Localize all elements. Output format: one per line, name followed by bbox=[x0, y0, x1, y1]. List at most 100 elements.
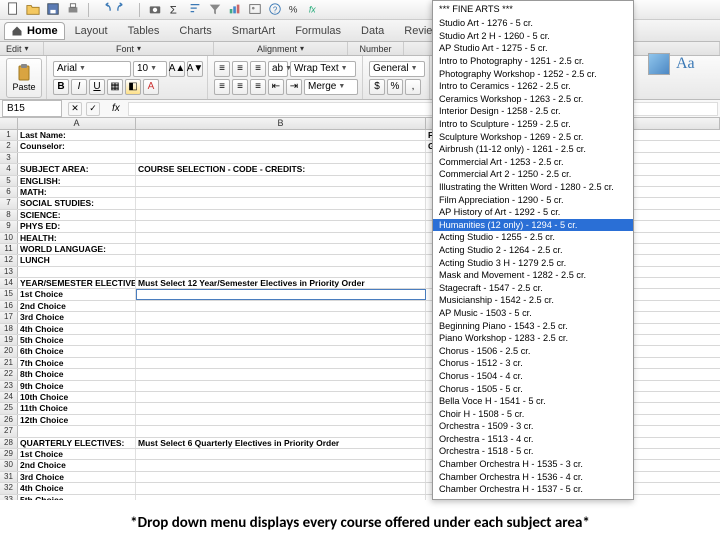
dropdown-item[interactable]: Ceramics Workshop - 1263 - 2.5 cr. bbox=[433, 93, 633, 106]
row-header[interactable]: 30 bbox=[0, 460, 18, 470]
cell-a[interactable]: 12th Choice bbox=[18, 415, 136, 425]
sort-icon[interactable] bbox=[188, 2, 202, 18]
help-icon[interactable]: ? bbox=[268, 2, 282, 18]
dropdown-item[interactable]: Orchestra - 1513 - 4 cr. bbox=[433, 433, 633, 446]
row-header[interactable]: 17 bbox=[0, 312, 18, 322]
cell-a[interactable] bbox=[18, 426, 136, 436]
row-header[interactable]: 14 bbox=[0, 278, 18, 288]
cell-reference-box[interactable]: B15 bbox=[2, 100, 62, 117]
cell-b[interactable] bbox=[136, 369, 426, 379]
cell-a[interactable]: PHYS ED: bbox=[18, 221, 136, 231]
row-header[interactable]: 19 bbox=[0, 335, 18, 345]
cell-b[interactable] bbox=[136, 187, 426, 197]
dropdown-item[interactable]: Chorus - 1505 - 5 cr. bbox=[433, 382, 633, 395]
currency-button[interactable]: $ bbox=[369, 79, 385, 95]
dropdown-item[interactable]: Interior Design - 1258 - 2.5 cr. bbox=[433, 105, 633, 118]
tab-smartart[interactable]: SmartArt bbox=[222, 23, 285, 39]
cell-b[interactable] bbox=[136, 210, 426, 220]
cell-a[interactable]: ENGLISH: bbox=[18, 176, 136, 186]
row-header[interactable]: 4 bbox=[0, 164, 18, 174]
row-header[interactable]: 9 bbox=[0, 221, 18, 231]
cell-a[interactable]: 2nd Choice bbox=[18, 460, 136, 470]
dropdown-item[interactable]: AP Music - 1503 - 5 cr. bbox=[433, 307, 633, 320]
tab-formulas[interactable]: Formulas bbox=[285, 23, 351, 39]
row-header[interactable]: 3 bbox=[0, 153, 18, 163]
undo-icon[interactable] bbox=[97, 2, 111, 18]
dropdown-item[interactable]: Acting Studio 3 H - 1279 2.5 cr. bbox=[433, 256, 633, 269]
cell-a[interactable]: HEALTH: bbox=[18, 233, 136, 243]
cell-a[interactable]: 7th Choice bbox=[18, 358, 136, 368]
cell-a[interactable]: YEAR/SEMESTER ELECTIVES: bbox=[18, 278, 136, 288]
dropdown-item[interactable]: Chorus - 1512 - 3 cr. bbox=[433, 357, 633, 370]
dropdown-item[interactable]: Stagecraft - 1547 - 2.5 cr. bbox=[433, 281, 633, 294]
cell-a[interactable]: 4th Choice bbox=[18, 324, 136, 334]
font-size-select[interactable]: 10▼ bbox=[133, 61, 167, 77]
cell-a[interactable]: 3rd Choice bbox=[18, 312, 136, 322]
cell-a[interactable]: MATH: bbox=[18, 187, 136, 197]
cell-b[interactable]: COURSE SELECTION - CODE - CREDITS: bbox=[136, 164, 426, 174]
row-header[interactable]: 33 bbox=[0, 495, 18, 501]
dropdown-item[interactable]: AP History of Art - 1292 - 5 cr. bbox=[433, 206, 633, 219]
tab-home[interactable]: Home bbox=[4, 22, 65, 40]
cell-b[interactable] bbox=[136, 176, 426, 186]
cell-b[interactable] bbox=[136, 472, 426, 482]
row-header[interactable]: 1 bbox=[0, 130, 18, 140]
cell-a[interactable]: 11th Choice bbox=[18, 403, 136, 413]
cell-a[interactable]: 4th Choice bbox=[18, 483, 136, 493]
cell-b[interactable] bbox=[136, 415, 426, 425]
col-header-a[interactable]: A bbox=[18, 118, 136, 129]
cell-a[interactable]: WORLD LANGUAGE: bbox=[18, 244, 136, 254]
row-header[interactable]: 6 bbox=[0, 187, 18, 197]
dropdown-item[interactable]: Photography Workshop - 1252 - 2.5 cr. bbox=[433, 67, 633, 80]
dropdown-item[interactable]: Chorus - 1506 - 2.5 cr. bbox=[433, 344, 633, 357]
dropdown-item[interactable]: Humanities (12 only) - 1294 - 5 cr. bbox=[433, 219, 633, 232]
cell-b[interactable]: ▼ bbox=[136, 289, 426, 299]
indent-dec-button[interactable]: ⇤ bbox=[268, 79, 284, 95]
underline-button[interactable]: U bbox=[89, 79, 105, 95]
cell-b[interactable] bbox=[136, 381, 426, 391]
row-header[interactable]: 13 bbox=[0, 267, 18, 277]
cell-b[interactable] bbox=[136, 244, 426, 254]
tab-data[interactable]: Data bbox=[351, 23, 394, 39]
cell-b[interactable] bbox=[136, 301, 426, 311]
dropdown-item[interactable]: Studio Art 2 H - 1260 - 5 cr. bbox=[433, 30, 633, 43]
redo-icon[interactable] bbox=[117, 2, 131, 18]
dropdown-item[interactable]: Commercial Art - 1253 - 2.5 cr. bbox=[433, 156, 633, 169]
row-header[interactable]: 15 bbox=[0, 289, 18, 299]
cell-b[interactable] bbox=[136, 460, 426, 470]
row-header[interactable]: 12 bbox=[0, 255, 18, 265]
cell-b[interactable] bbox=[136, 449, 426, 459]
row-header[interactable]: 10 bbox=[0, 233, 18, 243]
gallery-icon[interactable] bbox=[248, 2, 262, 18]
cancel-formula-icon[interactable]: ✕ bbox=[68, 102, 82, 116]
font-name-select[interactable]: Arial▼ bbox=[53, 61, 131, 77]
dropdown-item[interactable]: Airbrush (11-12 only) - 1261 - 2.5 cr. bbox=[433, 143, 633, 156]
paste-button[interactable]: Paste bbox=[6, 58, 42, 98]
dropdown-item[interactable]: Bella Voce H - 1541 - 5 cr. bbox=[433, 395, 633, 408]
theme-swatch[interactable] bbox=[648, 53, 670, 75]
border-button[interactable]: ▦ bbox=[107, 79, 123, 95]
align-right-button[interactable]: ≡ bbox=[250, 79, 266, 95]
cell-b[interactable] bbox=[136, 255, 426, 265]
bold-button[interactable]: B bbox=[53, 79, 69, 95]
cell-a[interactable] bbox=[18, 153, 136, 163]
row-header[interactable]: 18 bbox=[0, 324, 18, 334]
tab-tables[interactable]: Tables bbox=[118, 23, 170, 39]
cell-b[interactable] bbox=[136, 198, 426, 208]
camera-icon[interactable] bbox=[148, 2, 162, 18]
cell-a[interactable]: 2nd Choice bbox=[18, 301, 136, 311]
row-header[interactable]: 16 bbox=[0, 301, 18, 311]
dropdown-item[interactable]: Film Appreciation - 1290 - 5 cr. bbox=[433, 193, 633, 206]
cell-a[interactable]: LUNCH bbox=[18, 255, 136, 265]
cell-a[interactable] bbox=[18, 267, 136, 277]
cell-b[interactable] bbox=[136, 335, 426, 345]
row-header[interactable]: 31 bbox=[0, 472, 18, 482]
row-header[interactable]: 8 bbox=[0, 210, 18, 220]
italic-button[interactable]: I bbox=[71, 79, 87, 95]
dropdown-item[interactable]: Chorus - 1504 - 4 cr. bbox=[433, 370, 633, 383]
cell-b[interactable] bbox=[136, 403, 426, 413]
row-header[interactable]: 11 bbox=[0, 244, 18, 254]
grow-font-button[interactable]: A▲ bbox=[169, 61, 185, 77]
row-header[interactable]: 28 bbox=[0, 438, 18, 448]
align-center-button[interactable]: ≡ bbox=[232, 79, 248, 95]
